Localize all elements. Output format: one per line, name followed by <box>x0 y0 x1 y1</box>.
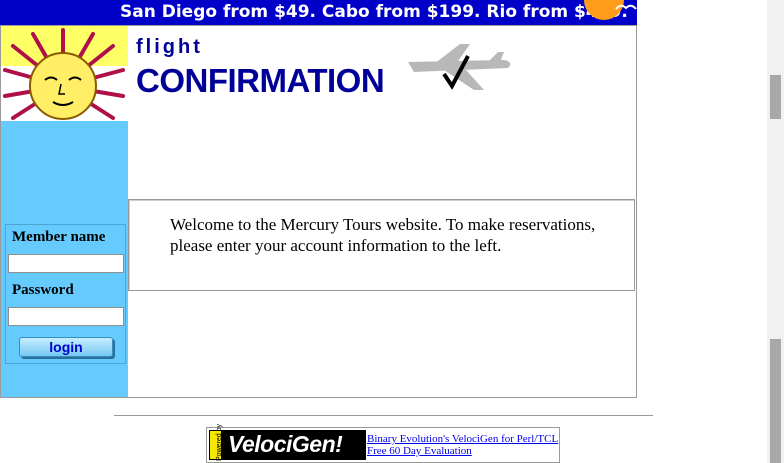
sun-logo-icon <box>1 26 128 121</box>
sidebar: Member name Password login <box>1 26 128 397</box>
scrollbar-thumb-upper[interactable] <box>770 75 781 119</box>
scrollbar-thumb[interactable] <box>770 339 781 463</box>
member-name-label: Member name <box>12 229 106 245</box>
footer-divider <box>114 415 653 416</box>
member-name-input[interactable] <box>8 254 124 273</box>
welcome-box: Welcome to the Mercury Tours website. To… <box>128 199 635 291</box>
evaluation-link[interactable]: Free 60 Day Evaluation <box>367 445 558 457</box>
page-title-small: flight <box>136 36 203 58</box>
vertical-scrollbar[interactable] <box>767 0 784 463</box>
promo-banner[interactable]: San Diego from $49. Cabo from $199. Rio … <box>0 0 637 25</box>
velocigen-link[interactable]: Binary Evolution's VelociGen for Perl/TC… <box>367 433 558 445</box>
airplane-checkmark-icon <box>408 44 511 90</box>
seagull-icon <box>615 4 637 10</box>
velocigen-links: Binary Evolution's VelociGen for Perl/TC… <box>367 433 558 457</box>
velocigen-logo-text: VelociGen! <box>228 431 343 457</box>
powered-by-banner: Powered by VelociGen! Binary Evolution's… <box>206 424 560 463</box>
password-label: Password <box>12 282 74 298</box>
powered-by-badge: Powered by <box>209 424 223 461</box>
promo-banner-text: San Diego from $49. Cabo from $199. Rio … <box>120 2 628 22</box>
page-title: CONFIRMATION <box>136 62 385 99</box>
password-input[interactable] <box>8 307 124 326</box>
login-button[interactable]: login <box>19 337 113 357</box>
welcome-message: Welcome to the Mercury Tours website. To… <box>170 215 596 255</box>
login-panel: Member name Password login <box>5 224 126 364</box>
velocigen-logo[interactable]: VelociGen! <box>222 430 366 460</box>
